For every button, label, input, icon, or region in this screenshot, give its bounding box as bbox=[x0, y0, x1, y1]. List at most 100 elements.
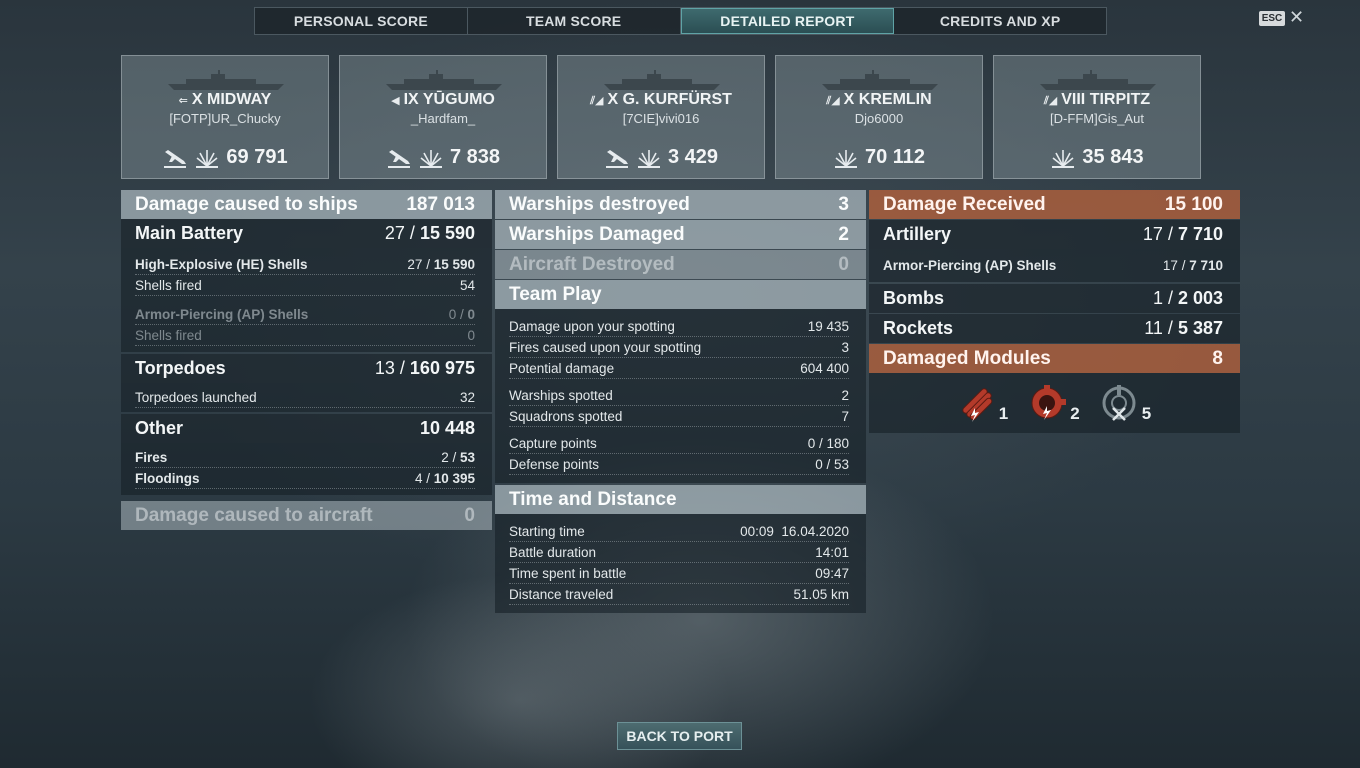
warships-spotted-row: Warships spotted 2 bbox=[509, 385, 849, 406]
tab-credits-and-xp[interactable]: CREDITS AND XP bbox=[894, 8, 1106, 34]
ship-name: ⫽◢ X KREMLIN bbox=[776, 91, 982, 109]
battle-duration-value: 14:01 bbox=[815, 544, 849, 560]
rockets-label: Rockets bbox=[883, 318, 954, 338]
squadrons-spotted-row: Squadrons spotted 7 bbox=[509, 406, 849, 427]
destroyer-class-icon: ◀ bbox=[391, 95, 400, 107]
team-play-header: Team Play bbox=[495, 280, 866, 309]
spotting-damage-row: Damage upon your spotting 19 435 bbox=[509, 316, 849, 337]
spotting-fires-value: 3 bbox=[841, 339, 849, 355]
defense-points-row: Defense points 0 / 53 bbox=[509, 454, 849, 475]
starting-time-row: Starting time 00:09 16.04.2020 bbox=[509, 521, 849, 542]
time-and-distance-title: Time and Distance bbox=[509, 488, 677, 510]
ap-shells-fired-label: Shells fired bbox=[135, 327, 202, 343]
card-damage-row: 7 838 bbox=[340, 144, 546, 170]
damage-caused-panel: Damage caused to ships 187 013 Main Batt… bbox=[121, 190, 492, 530]
player-name: _Hardfam_ bbox=[410, 111, 476, 126]
distance-traveled-label: Distance traveled bbox=[509, 586, 614, 602]
time-spent-label: Time spent in battle bbox=[509, 565, 627, 581]
fires-value: 2 / 53 bbox=[441, 449, 475, 465]
battle-duration-row: Battle duration 14:01 bbox=[509, 542, 849, 563]
module-torpedo-tubes: 1 bbox=[955, 382, 1008, 424]
squadrons-spotted-value: 7 bbox=[841, 408, 849, 424]
ship-silhouette-icon bbox=[168, 70, 284, 90]
damaged-modules-label: Damaged Modules bbox=[883, 347, 1051, 369]
potential-damage-label: Potential damage bbox=[509, 360, 615, 376]
plane-damage-icon bbox=[387, 150, 410, 168]
tab-detailed-report[interactable]: DETAILED REPORT bbox=[680, 8, 895, 34]
ship-tier: VIII bbox=[1061, 91, 1086, 108]
warships-damaged-value: 2 bbox=[838, 223, 849, 245]
player-card: ⫽◢ X KREMLIN Djo6000 70 112 bbox=[775, 55, 983, 179]
spotting-fires-row: Fires caused upon your spotting 3 bbox=[509, 337, 849, 358]
main-battery-value: 27 / 15 590 bbox=[384, 223, 475, 243]
starting-time-label: Starting time bbox=[509, 523, 585, 539]
warships-destroyed-value: 3 bbox=[838, 193, 849, 215]
damage-received-value: 15 100 bbox=[1164, 193, 1223, 215]
close-icon[interactable]: ✕ bbox=[1289, 7, 1304, 28]
spotting-damage-label: Damage upon your spotting bbox=[509, 318, 675, 334]
ship-tier: X bbox=[607, 91, 619, 108]
back-to-port-button[interactable]: BACK TO PORT bbox=[617, 722, 742, 750]
module-main-battery: 2 bbox=[1026, 382, 1080, 424]
ship-name: ⇐ X MIDWAY bbox=[122, 91, 328, 109]
ship-title: TIRPITZ bbox=[1089, 91, 1151, 108]
card-damage-value: 70 112 bbox=[864, 145, 926, 168]
ap-shells-row: Armor-Piercing (AP) Shells 0 / 0 bbox=[135, 304, 475, 325]
player-card: ◀ IX YŪGUMO _Hardfam_ 7 838 bbox=[339, 55, 547, 179]
damage-caused-to-aircraft-row: Damage caused to aircraft 0 bbox=[121, 501, 492, 530]
player-card: ⇐ X MIDWAY [FOTP]UR_Chucky 69 791 bbox=[121, 55, 329, 179]
card-damage-value: 69 791 bbox=[226, 145, 288, 168]
main-battery-label: Main Battery bbox=[135, 223, 244, 243]
tab-team-score[interactable]: TEAM SCORE bbox=[468, 8, 681, 34]
ship-silhouette-icon bbox=[604, 70, 720, 90]
card-damage-row: 70 112 bbox=[776, 144, 982, 170]
ship-tier: X bbox=[191, 91, 203, 108]
warships-damaged-row: Warships Damaged 2 bbox=[495, 220, 866, 249]
time-spent-row: Time spent in battle 09:47 bbox=[509, 563, 849, 584]
ship-damage-icon bbox=[1052, 150, 1075, 168]
player-card: ⫽◢ VIII TIRPITZ [D-FFM]Gis_Aut 35 843 bbox=[993, 55, 1201, 179]
player-name: Djo6000 bbox=[854, 111, 904, 126]
damage-caused-to-ships-label: Damage caused to ships bbox=[135, 193, 358, 215]
player-name: [7CIE]vivi016 bbox=[622, 111, 700, 126]
he-shells-row: High-Explosive (HE) Shells 27 / 15 590 bbox=[135, 254, 475, 275]
fires-label: Fires bbox=[135, 449, 168, 465]
card-damage-row: 3 429 bbox=[558, 144, 764, 170]
other-label: Other bbox=[135, 418, 184, 438]
torpedoes-launched-row: Torpedoes launched 32 bbox=[135, 387, 475, 408]
artillery-label: Artillery bbox=[883, 224, 952, 244]
warships-spotted-label: Warships spotted bbox=[509, 387, 613, 403]
ship-tier: IX bbox=[403, 91, 419, 108]
plane-damage-icon bbox=[605, 150, 628, 168]
battleship-class-icon: ⫽◢ bbox=[1043, 95, 1058, 107]
ship-damage-icon bbox=[834, 150, 857, 168]
distance-traveled-row: Distance traveled 51.05 km bbox=[509, 584, 849, 605]
ship-title: KREMLIN bbox=[858, 91, 932, 108]
bombs-label: Bombs bbox=[883, 288, 945, 308]
he-shells-fired-value: 54 bbox=[459, 277, 475, 293]
tab-personal-score[interactable]: PERSONAL SCORE bbox=[255, 8, 468, 34]
ship-damage-icon bbox=[196, 150, 219, 168]
player-card: ⫽◢ X G. KURFÜRST [7CIE]vivi016 3 429 bbox=[557, 55, 765, 179]
player-name: [D-FFM]Gis_Aut bbox=[1050, 111, 1144, 126]
distance-traveled-value: 51.05 km bbox=[793, 586, 849, 602]
damage-caused-to-ships-row: Damage caused to ships 187 013 bbox=[121, 190, 492, 219]
time-and-distance-details: Starting time 00:09 16.04.2020 Battle du… bbox=[495, 514, 866, 613]
received-ap-row: Armor-Piercing (AP) Shells 17 / 7 710 bbox=[883, 255, 1223, 275]
he-shells-value: 27 / 15 590 bbox=[407, 256, 475, 272]
ship-title: G. KURFÜRST bbox=[622, 91, 732, 108]
damage-received-row: Damage Received 15 100 bbox=[869, 190, 1240, 219]
ap-shells-label: Armor-Piercing (AP) Shells bbox=[135, 306, 309, 322]
potential-damage-row: Potential damage 604 400 bbox=[509, 358, 849, 379]
module-aa-guns: 5 bbox=[1098, 382, 1151, 424]
torpedo-details: Torpedoes launched 32 bbox=[121, 383, 492, 412]
battle-duration-label: Battle duration bbox=[509, 544, 597, 560]
he-shells-fired-label: Shells fired bbox=[135, 277, 202, 293]
bombs-row: Bombs 1 / 2 003 bbox=[869, 284, 1240, 313]
time-and-distance-header: Time and Distance bbox=[495, 485, 866, 514]
damage-caused-to-aircraft-value: 0 bbox=[464, 504, 475, 526]
defense-points-label: Defense points bbox=[509, 456, 600, 472]
torpedoes-row: Torpedoes 13 / 160 975 bbox=[121, 354, 492, 383]
aircraft-destroyed-row: Aircraft Destroyed 0 bbox=[495, 250, 866, 279]
ship-name: ⫽◢ X G. KURFÜRST bbox=[558, 91, 764, 109]
